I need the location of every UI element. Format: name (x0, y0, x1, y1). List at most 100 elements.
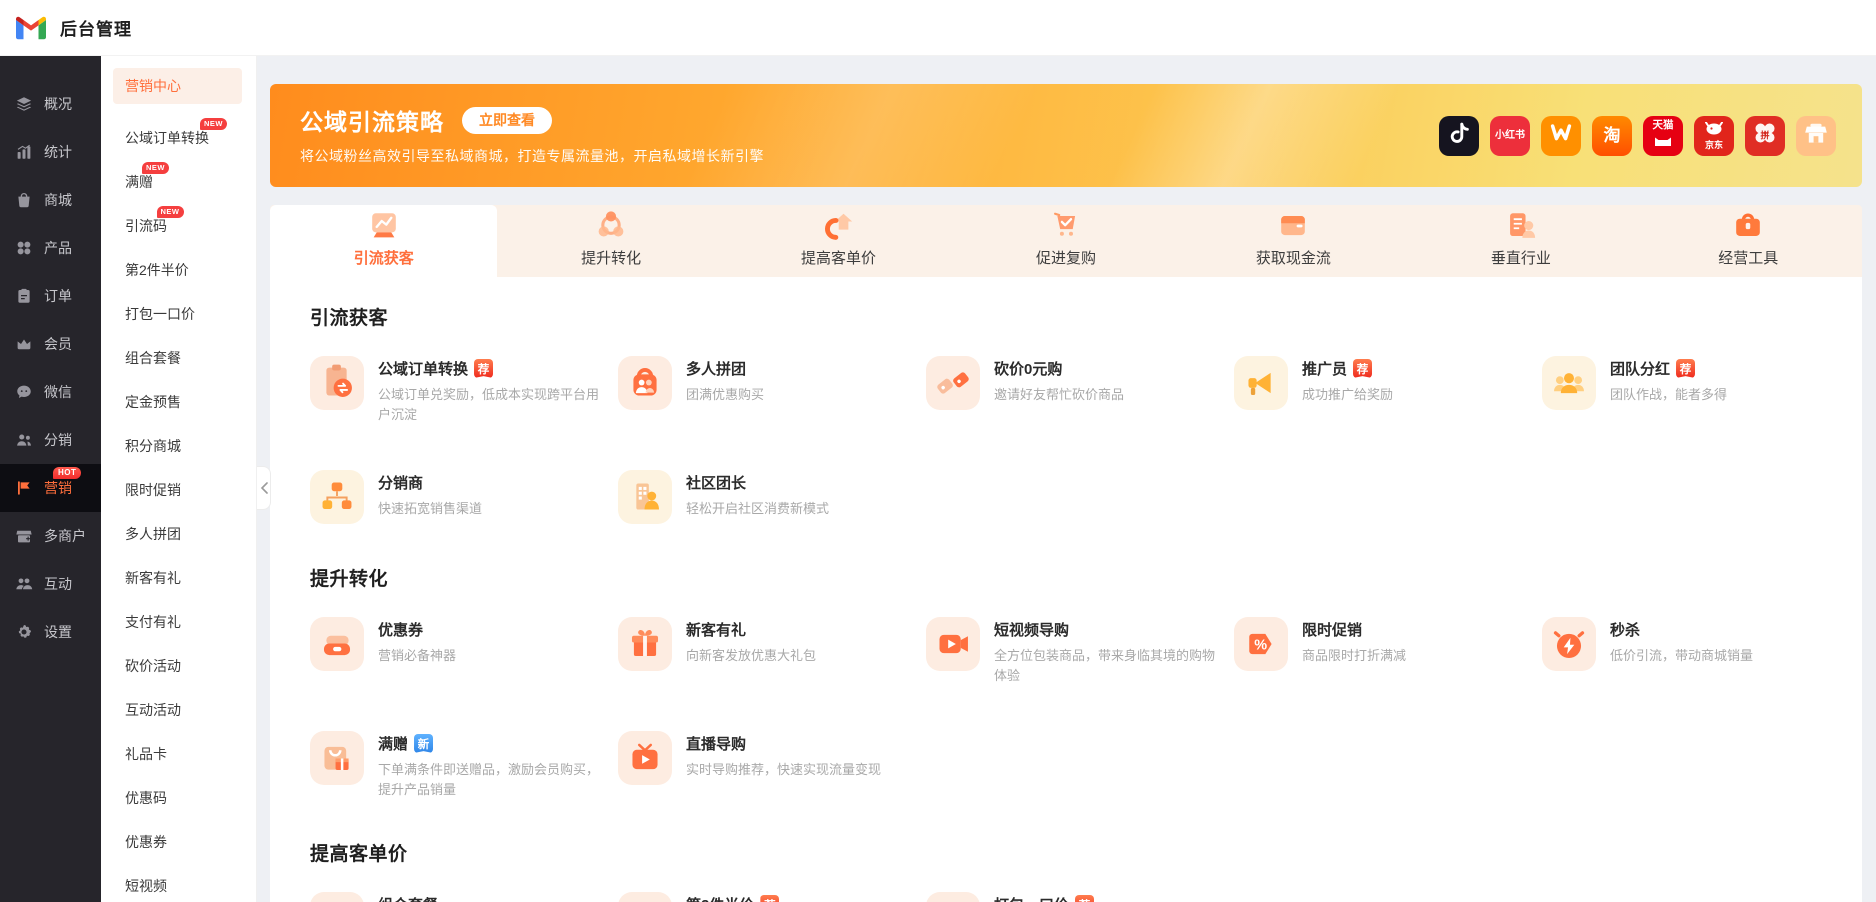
tab-convert[interactable]: 提升转化 (497, 205, 724, 277)
subnav-item-group-buying[interactable]: 多人拼团 (101, 512, 256, 556)
distribution-people-icon (15, 431, 33, 449)
sidebar-item-distribution[interactable]: 分销 (0, 416, 101, 464)
tab-vertical[interactable]: 垂直行业 (1407, 205, 1634, 277)
subnav-item-flash-promotion[interactable]: 限时促销 (101, 468, 256, 512)
card-title: 满赠 (378, 733, 408, 754)
banner-title: 公域引流策略 (300, 103, 444, 137)
tab-repurchase[interactable]: 促进复购 (952, 205, 1179, 277)
combo-bag-icon (310, 892, 364, 902)
subnav-item-new-customer-gift[interactable]: 新客有礼 (101, 556, 256, 600)
subnav-item-deposit-presale[interactable]: 定金预售 (101, 380, 256, 424)
bargain-tags-icon (926, 356, 980, 410)
tab-cashflow-icon (1273, 206, 1313, 246)
tab-unit-price-icon (819, 206, 859, 246)
tab-label: 获取现金流 (1256, 247, 1331, 268)
subnav-item-interactive-activity[interactable]: 互动活动 (101, 688, 256, 732)
flash-clock-icon (1542, 617, 1596, 671)
interaction-people-icon (15, 575, 33, 593)
section-convert: 提升转化优惠券营销必备神器新客有礼向新客发放优惠大礼包短视频导购全方位包装商品，… (310, 564, 1832, 799)
tab-label: 垂直行业 (1491, 247, 1551, 268)
order-clipboard-icon (15, 287, 33, 305)
card-desc: 营销必备神器 (378, 646, 456, 666)
subnav-item-label: 组合套餐 (125, 348, 181, 368)
sidebar-item-multi-merchant[interactable]: 多商户 (0, 512, 101, 560)
card-desc: 实时导购推荐，快速实现流量变现 (686, 760, 881, 780)
card-grid: 公域订单转换荐公域订单兑奖励，低成本实现跨平台用户沉淀多人拼团团满优惠购买砍价0… (310, 356, 1832, 524)
subnav-item-second-item-half[interactable]: 第2件半价 (101, 248, 256, 292)
subnav-item-combo-package[interactable]: 组合套餐 (101, 336, 256, 380)
subnav-item-bargain-activity[interactable]: 砍价活动 (101, 644, 256, 688)
sidebar-item-label: 订单 (44, 286, 72, 306)
card-package-price[interactable]: N打包一口价荐一口价随心选，有效提升客单价 (926, 892, 1216, 902)
multi-merchant-store-icon (15, 527, 33, 545)
taobao-icon: 淘 (1592, 116, 1632, 156)
subnav-item-label: 限时促销 (125, 480, 181, 500)
subnav-item-label: 积分商城 (125, 436, 181, 456)
distributor-org-icon (310, 470, 364, 524)
card-team-bonus[interactable]: 团队分红荐团队作战，能者多得 (1542, 356, 1832, 424)
subnav-item-coupon-code[interactable]: 优惠码 (101, 776, 256, 820)
tab-acquire[interactable]: 引流获客 (270, 205, 497, 277)
card-public-order-convert[interactable]: 公域订单转换荐公域订单兑奖励，低成本实现跨平台用户沉淀 (310, 356, 600, 424)
new-badge: NEW (142, 162, 169, 174)
hot-badge: HOT (53, 467, 81, 479)
subnav-item-public-order-convert[interactable]: 公域订单转换NEW (101, 116, 256, 160)
secondary-sidebar: 营销中心公域订单转换NEW满赠NEW引流码NEW第2件半价打包一口价组合套餐定金… (101, 56, 257, 902)
card-title: 公域订单转换 (378, 358, 468, 379)
sidebar-item-settings[interactable]: 设置 (0, 608, 101, 656)
tab-cashflow[interactable]: 获取现金流 (1180, 205, 1407, 277)
tab-convert-icon (591, 206, 631, 246)
subnav-item-full-gift[interactable]: 满赠NEW (101, 160, 256, 204)
promo-banner[interactable]: 公域引流策略 立即查看 将公域粉丝高效引导至私域商城，打造专属流量池，开启私域增… (270, 84, 1862, 187)
sidebar-item-products[interactable]: 产品 (0, 224, 101, 272)
group-buy-icon (618, 356, 672, 410)
card-new-customer[interactable]: 新客有礼向新客发放优惠大礼包 (618, 617, 908, 685)
tab-unit-price[interactable]: 提高客单价 (725, 205, 952, 277)
card-seckill[interactable]: 秒杀低价引流，带动商城销量 (1542, 617, 1832, 685)
card-desc: 全方位包装商品，带来身临其境的购物体验 (994, 646, 1216, 685)
card-live-shopping[interactable]: 直播导购实时导购推荐，快速实现流量变现 (618, 731, 908, 799)
card-second-half[interactable]: %第2件半价荐再买1件立享优惠，刺激客户下单，提升商品销量 (618, 892, 908, 902)
subnav-item-label: 礼品卡 (125, 744, 167, 764)
subnav-item-points-mall[interactable]: 积分商城 (101, 424, 256, 468)
subnav-item-gift-card[interactable]: 礼品卡 (101, 732, 256, 776)
card-group-buying[interactable]: 多人拼团团满优惠购买 (618, 356, 908, 424)
jd-icon: 京东 (1694, 116, 1734, 156)
package-price-icon: N (926, 892, 980, 902)
subnav-item-label: 定金预售 (125, 392, 181, 412)
sidebar-item-wechat[interactable]: 微信 (0, 368, 101, 416)
card-flash-promo[interactable]: %限时促销商品限时打折满减 (1234, 617, 1524, 685)
subnav-item-marketing-center[interactable]: 营销中心 (113, 68, 242, 104)
subnav-item-label: 公域订单转换 (125, 128, 209, 148)
card-short-video[interactable]: 短视频导购全方位包装商品，带来身临其境的购物体验 (926, 617, 1216, 685)
view-now-button[interactable]: 立即查看 (462, 107, 552, 134)
video-shopping-icon (926, 617, 980, 671)
sidebar-item-interaction[interactable]: 互动 (0, 560, 101, 608)
subnav-item-short-video[interactable]: 短视频 (101, 864, 256, 902)
card-desc: 商品限时打折满减 (1302, 646, 1406, 666)
subnav-item-package-fixed-price[interactable]: 打包一口价 (101, 292, 256, 336)
sidebar-collapse-handle[interactable] (257, 466, 271, 510)
feature-content: 引流获客公域订单转换荐公域订单兑奖励，低成本实现跨平台用户沉淀多人拼团团满优惠购… (270, 277, 1862, 902)
card-distributor[interactable]: 分销商快速拓宽销售渠道 (310, 470, 600, 524)
subnav-item-traffic-code[interactable]: 引流码NEW (101, 204, 256, 248)
card-title: 分销商 (378, 472, 423, 493)
tab-tools[interactable]: 经营工具 (1635, 205, 1862, 277)
subnav-item-coupon[interactable]: 优惠券 (101, 820, 256, 864)
card-desc: 公域订单兑奖励，低成本实现跨平台用户沉淀 (378, 385, 600, 424)
sidebar-item-orders[interactable]: 订单 (0, 272, 101, 320)
sidebar-item-members[interactable]: 会员 (0, 320, 101, 368)
sidebar-item-marketing[interactable]: 营销HOT (0, 464, 101, 512)
sidebar-item-overview[interactable]: 概况 (0, 80, 101, 128)
sidebar-item-mall[interactable]: 商城 (0, 176, 101, 224)
sidebar-item-stats[interactable]: 统计 (0, 128, 101, 176)
card-coupon[interactable]: 优惠券营销必备神器 (310, 617, 600, 685)
card-combo-package[interactable]: 组合套餐关联商品组合销售 (310, 892, 600, 902)
subnav-item-payment-gift[interactable]: 支付有礼 (101, 600, 256, 644)
card-promoter[interactable]: 推广员荐成功推广给奖励 (1234, 356, 1524, 424)
card-bargain-zero[interactable]: 砍价0元购邀请好友帮忙砍价商品 (926, 356, 1216, 424)
card-full-gift[interactable]: 满赠新下单满条件即送赠品，激励会员购买，提升产品销量 (310, 731, 600, 799)
card-title: 砍价0元购 (994, 358, 1062, 379)
card-community-leader[interactable]: 社区团长轻松开启社区消费新模式 (618, 470, 908, 524)
stats-chart-icon (15, 143, 33, 161)
